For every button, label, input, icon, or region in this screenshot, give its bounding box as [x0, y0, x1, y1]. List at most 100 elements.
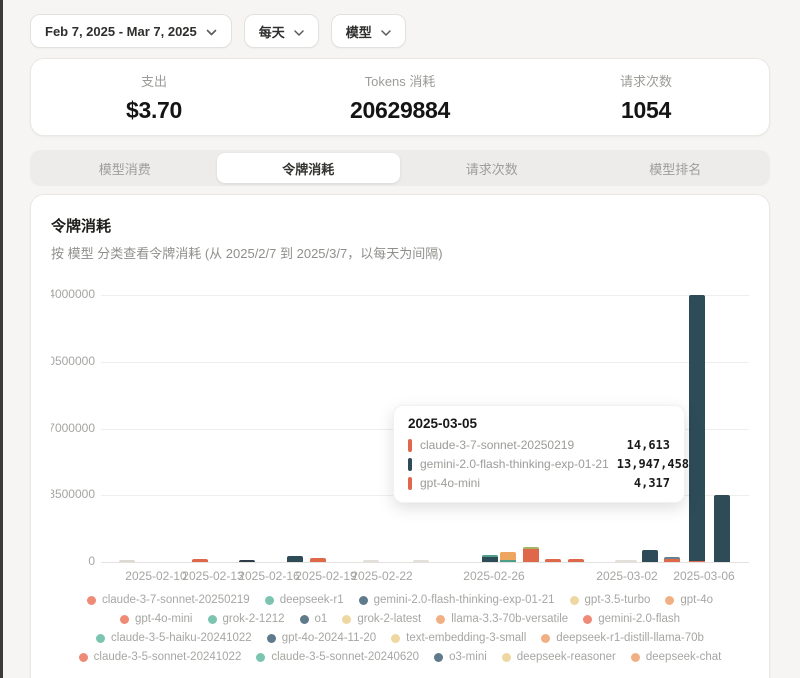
legend-dot-icon	[631, 653, 640, 662]
bar-segment	[363, 560, 379, 562]
legend-label: gpt-4o-2024-11-20	[282, 632, 376, 644]
legend-item-llama-3.3-70b-versatile[interactable]: llama-3.3-70b-versatile	[436, 613, 568, 625]
legend-item-gpt-4o[interactable]: gpt-4o	[665, 594, 713, 606]
bar-2025-03-05[interactable]	[689, 295, 705, 562]
chevron-down-icon	[206, 24, 217, 39]
tooltip-rows: claude-3-7-sonnet-2025021914,613gemini-2…	[408, 438, 670, 490]
legend-item-gemini-2.0-flash[interactable]: gemini-2.0-flash	[583, 613, 680, 625]
bar-segment	[545, 559, 561, 562]
tab-model-ranking[interactable]: 模型排名	[584, 153, 768, 183]
legend-item-text-embedding-3-small[interactable]: text-embedding-3-small	[391, 632, 526, 644]
legend-label: gpt-3.5-turbo	[585, 594, 651, 606]
bar-2025-02-07[interactable]	[119, 560, 135, 562]
bar-segment	[413, 560, 429, 562]
legend-dot-icon	[359, 596, 368, 605]
usage-dashboard: Feb 7, 2025 - Mar 7, 2025 每天 模型 支出 $3.70…	[0, 0, 800, 678]
group-by-label: 模型	[346, 22, 372, 41]
legend-dot-icon	[300, 615, 309, 624]
bar-2025-03-02[interactable]	[615, 560, 637, 562]
legend-item-gpt-3.5-turbo[interactable]: gpt-3.5-turbo	[570, 594, 651, 606]
legend-label: deepseek-r1-distill-llama-70b	[556, 632, 704, 644]
y-axis-label: 3500000	[51, 487, 95, 501]
bar-2025-02-12[interactable]	[239, 560, 255, 562]
legend-item-o1[interactable]: o1	[300, 613, 328, 625]
x-axis-label: 2025-02-13	[182, 569, 243, 583]
bar-2025-02-18[interactable]	[363, 560, 379, 562]
stats-card: 支出 $3.70 Tokens 消耗 20629884 请求次数 1054	[30, 58, 770, 136]
bar-2025-02-10[interactable]	[192, 559, 208, 562]
legend-item-deepseek-chat[interactable]: deepseek-chat	[631, 651, 721, 663]
tab-request-count[interactable]: 请求次数	[400, 153, 584, 183]
tab-token-usage[interactable]: 令牌消耗	[217, 153, 401, 183]
legend-dot-icon	[87, 596, 96, 605]
interval-select[interactable]: 每天	[244, 14, 319, 48]
y-axis-label: 4000000	[51, 287, 95, 301]
legend-row: gpt-4o-mini grok-2-1212 o1 grok-2-latest lla…	[51, 613, 749, 625]
bar-segment	[664, 559, 680, 562]
legend-item-gpt-4o-mini[interactable]: gpt-4o-mini	[120, 613, 193, 625]
legend-item-deepseek-reasoner[interactable]: deepseek-reasoner	[502, 651, 616, 663]
legend-dot-icon	[256, 653, 265, 662]
legend-label: llama-3.3-70b-versatile	[451, 613, 568, 625]
legend-dot-icon	[120, 615, 129, 624]
legend-item-o3-mini[interactable]: o3-mini	[434, 651, 487, 663]
bar-2025-02-15[interactable]	[310, 558, 326, 562]
tooltip-series-name: gpt-4o-mini	[420, 476, 480, 490]
date-range-select[interactable]: Feb 7, 2025 - Mar 7, 2025	[30, 14, 232, 48]
x-axis-label: 2025-03-06	[673, 569, 734, 583]
stat-label: Tokens 消耗	[277, 71, 523, 90]
bar-2025-02-27[interactable]	[568, 559, 584, 562]
legend-item-deepseek-r1-distill-llama-70b[interactable]: deepseek-r1-distill-llama-70b	[541, 632, 704, 644]
y-axis-label: 0	[51, 554, 95, 568]
legend-label: claude-3-5-sonnet-20240620	[271, 651, 419, 663]
legend-item-deepseek-r1[interactable]: deepseek-r1	[265, 594, 344, 606]
bar-2025-02-20[interactable]	[413, 560, 429, 562]
legend-label: o3-mini	[449, 651, 487, 663]
bar-2025-03-04[interactable]	[664, 557, 680, 562]
legend-label: grok-2-1212	[223, 613, 285, 625]
legend-label: gpt-4o-mini	[135, 613, 193, 625]
legend-label: gemini-2.0-flash-thinking-exp-01-21	[374, 594, 555, 606]
legend-item-claude-3-5-sonnet-20240620[interactable]: claude-3-5-sonnet-20240620	[256, 651, 419, 663]
legend-item-claude-3-5-sonnet-20241022[interactable]: claude-3-5-sonnet-20241022	[79, 651, 242, 663]
legend-item-grok-2-1212[interactable]: grok-2-1212	[208, 613, 285, 625]
bar-2025-02-26[interactable]	[545, 559, 561, 562]
bar-2025-03-03[interactable]	[642, 550, 658, 562]
bar-segment	[500, 552, 516, 560]
legend-label: grok-2-latest	[357, 613, 421, 625]
y-axis-label: 7000000	[51, 421, 95, 435]
legend-dot-icon	[583, 615, 592, 624]
toolbar: Feb 7, 2025 - Mar 7, 2025 每天 模型	[30, 14, 406, 48]
tab-model-spend[interactable]: 模型消费	[33, 153, 217, 183]
legend-item-claude-3-5-haiku-20241022[interactable]: claude-3-5-haiku-20241022	[96, 632, 252, 644]
legend-label: claude-3-5-haiku-20241022	[111, 632, 252, 644]
chevron-down-icon	[381, 24, 391, 39]
legend-item-claude-3-7-sonnet-20250219[interactable]: claude-3-7-sonnet-20250219	[87, 594, 250, 606]
legend-label: text-embedding-3-small	[406, 632, 526, 644]
legend-label: claude-3-7-sonnet-20250219	[102, 594, 250, 606]
bar-2025-02-14[interactable]	[287, 556, 303, 562]
y-axis-label: 0500000	[51, 354, 95, 368]
group-by-select[interactable]: 模型	[331, 14, 406, 48]
legend-item-gemini-2.0-flash-thinking-exp-01-21[interactable]: gemini-2.0-flash-thinking-exp-01-21	[359, 594, 555, 606]
legend-dot-icon	[434, 653, 443, 662]
bar-2025-03-06[interactable]	[714, 495, 730, 562]
bar-2025-02-24[interactable]	[500, 552, 516, 562]
legend-dot-icon	[570, 596, 579, 605]
bar-2025-02-25[interactable]	[523, 547, 539, 562]
tooltip-series-value: 14,613	[619, 438, 670, 452]
stat-label: 请求次数	[523, 71, 769, 90]
stat-requests: 请求次数 1054	[523, 71, 769, 124]
bar-segment	[523, 549, 539, 562]
bar-segment	[239, 560, 255, 562]
bar-segment	[714, 495, 730, 562]
bar-segment	[482, 557, 498, 562]
legend-item-gpt-4o-2024-11-20[interactable]: gpt-4o-2024-11-20	[267, 632, 376, 644]
chart-tooltip: 2025-03-05 claude-3-7-sonnet-2025021914,…	[393, 405, 685, 503]
legend-dot-icon	[265, 596, 274, 605]
legend-row: claude-3-5-sonnet-20241022 claude-3-5-son…	[51, 651, 749, 663]
legend-item-grok-2-latest[interactable]: grok-2-latest	[342, 613, 421, 625]
bar-2025-02-23[interactable]	[482, 555, 498, 562]
bar-segment	[615, 560, 637, 562]
tooltip-row: claude-3-7-sonnet-2025021914,613	[408, 438, 670, 452]
